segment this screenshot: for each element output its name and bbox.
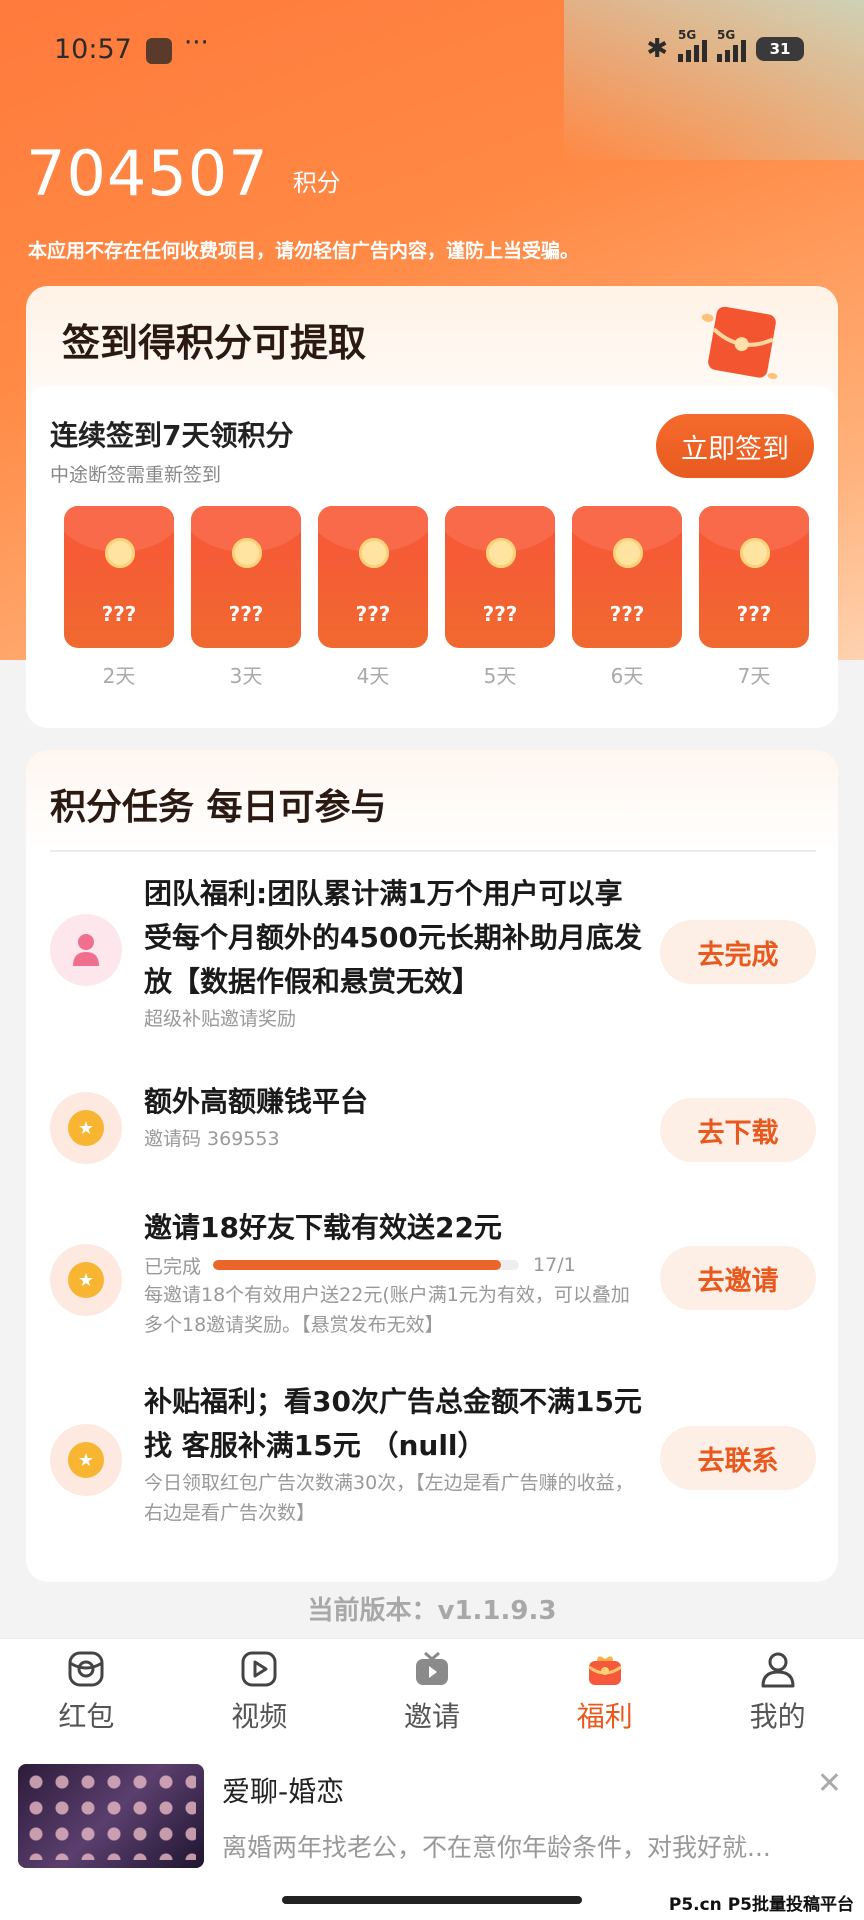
- tab-label: 红包: [58, 1700, 115, 1733]
- points-balance: 704507 积分: [26, 142, 341, 206]
- task-item: ★ 补贴福利；看30次广告总金额不满15元找 客服补满15元 （null） 今日…: [26, 1380, 838, 1540]
- task-content: 邀请18好友下载有效送22元 已完成 17/1 每邀请18个有效用户送22元(账…: [144, 1206, 644, 1340]
- signal-icon: 5G: [678, 28, 707, 62]
- task-action-button[interactable]: 去联系: [660, 1426, 816, 1490]
- task-subtitle: 今日领取红包广告次数满30次，【左边是看广告赚的收益，右边是看广告次数】: [144, 1472, 634, 1524]
- more-notifications-icon: ···: [184, 28, 209, 58]
- battery-icon: 31: [756, 37, 804, 61]
- task-content: 额外高额赚钱平台 邀请码 369553: [144, 1080, 644, 1154]
- points-unit: 积分: [292, 169, 341, 197]
- task-action-button[interactable]: 去邀请: [660, 1246, 816, 1310]
- task-subtitle: 超级补贴邀请奖励: [144, 1008, 297, 1030]
- day-label: 4天: [356, 664, 390, 688]
- task-title: 邀请18好友下载有效送22元: [144, 1211, 502, 1244]
- gift-icon: [587, 1656, 622, 1685]
- tab-label: 邀请: [403, 1700, 460, 1733]
- tab-label: 福利: [576, 1700, 633, 1733]
- task-subtitle: 邀请码 369553: [144, 1128, 280, 1150]
- progress-bar: [213, 1260, 520, 1270]
- checkin-day[interactable]: ??? 5天: [445, 506, 555, 689]
- points-value: 704507: [26, 137, 269, 210]
- checkin-day[interactable]: ??? 6天: [572, 506, 682, 689]
- checkin-day[interactable]: ??? 7天: [699, 506, 809, 689]
- ad-image[interactable]: [18, 1764, 204, 1868]
- checkin-day[interactable]: ??? 4天: [318, 506, 428, 689]
- task-action-button[interactable]: 去完成: [660, 920, 816, 984]
- status-time: 10:57: [54, 34, 132, 65]
- task-title: 团队福利:团队累计满1万个用户可以享受每个月额外的4500元长期补助月底发放【数…: [144, 877, 642, 998]
- task-title: 额外高额赚钱平台: [144, 1085, 369, 1118]
- star-icon: ★: [50, 1424, 122, 1496]
- red-packet-card: ???: [572, 506, 682, 648]
- star-icon: ★: [50, 1092, 122, 1164]
- video-icon: [241, 1651, 277, 1687]
- warning-notice: 本应用不存在任何收费项目，请勿轻信广告内容，谨防上当受骗。: [28, 240, 580, 262]
- progress-fill: [213, 1260, 501, 1270]
- bottom-tab-bar: 红包 视频 邀请 福利 我的: [0, 1638, 864, 1736]
- task-progress: 已完成 17/1: [144, 1250, 644, 1280]
- app-version: 当前版本：v1.1.9.3: [307, 1596, 557, 1626]
- day-label: 7天: [737, 664, 771, 688]
- notification-app-icon: [146, 38, 172, 64]
- tasks-title: 积分任务 每日可参与: [50, 787, 387, 828]
- status-bar: 10:57 ··· ✱ 5G 5G 31: [0, 28, 864, 76]
- bluetooth-icon: ✱: [646, 34, 668, 64]
- task-content: 团队福利:团队累计满1万个用户可以享受每个月额外的4500元长期补助月底发放【数…: [144, 872, 644, 1034]
- task-subtitle: 每邀请18个有效用户送22元(账户满1元为有效，可以叠加多个18邀请奖励。【悬赏…: [144, 1284, 630, 1336]
- task-item: ★ 额外高额赚钱平台 邀请码 369553 去下载: [26, 1080, 838, 1180]
- checkin-day[interactable]: ??? 2天: [64, 506, 174, 689]
- coin-icon: [486, 538, 516, 568]
- tab-label: 视频: [231, 1700, 288, 1733]
- task-item: 团队福利:团队累计满1万个用户可以享受每个月额外的4500元长期补助月底发放【数…: [26, 872, 838, 1052]
- checkin-day[interactable]: ??? 3天: [191, 506, 301, 689]
- ad-title[interactable]: 爱聊-婚恋: [222, 1770, 344, 1810]
- red-envelope-icon: [701, 306, 778, 380]
- divider: [50, 850, 816, 852]
- day-label: 3天: [229, 664, 263, 688]
- red-packet-icon: [68, 1651, 104, 1687]
- home-indicator[interactable]: [282, 1896, 582, 1904]
- progress-text: 17/1: [533, 1254, 576, 1276]
- profile-icon: [761, 1652, 795, 1688]
- day-label: 2天: [102, 664, 136, 688]
- checkin-subheading: 中途断签需重新签到: [50, 464, 222, 486]
- tab-invite[interactable]: 邀请: [346, 1639, 519, 1736]
- task-title: 补贴福利；看30次广告总金额不满15元找 客服补满15元 （null）: [144, 1385, 642, 1462]
- tab-profile[interactable]: 我的: [691, 1639, 864, 1736]
- signal-icon: 5G: [717, 28, 746, 62]
- checkin-heading: 连续签到7天领积分: [50, 419, 294, 452]
- day-label: 6天: [610, 664, 644, 688]
- tasks-card: 积分任务 每日可参与 团队福利:团队累计满1万个用户可以享受每个月额外的4500…: [26, 750, 838, 1582]
- tv-icon: [415, 1651, 448, 1685]
- star-icon: ★: [50, 1244, 122, 1316]
- checkin-title: 签到得积分可提取: [62, 321, 367, 365]
- progress-label: 已完成: [144, 1255, 202, 1278]
- checkin-card: 签到得积分可提取 连续签到7天领积分 中途断签需重新签到 立即签到 ??? 2天…: [26, 286, 838, 728]
- tab-welfare[interactable]: 福利: [518, 1639, 691, 1736]
- red-packet-card: ???: [445, 506, 555, 648]
- red-packet-card: ???: [699, 506, 809, 648]
- task-item: ★ 邀请18好友下载有效送22元 已完成 17/1 每邀请18个有效用户送22元…: [26, 1206, 838, 1346]
- coin-icon: [232, 538, 262, 568]
- watermark: P5.cn P5批量投稿平台: [668, 1895, 854, 1915]
- tab-label: 我的: [749, 1700, 806, 1733]
- red-packet-card: ???: [64, 506, 174, 648]
- red-packet-card: ???: [318, 506, 428, 648]
- coin-icon: [613, 538, 643, 568]
- task-action-button[interactable]: 去下载: [660, 1098, 816, 1162]
- user-icon: [50, 914, 122, 986]
- checkin-panel: 连续签到7天领积分 中途断签需重新签到 立即签到 ??? 2天 ??? 3天 ?…: [26, 386, 838, 728]
- tab-video[interactable]: 视频: [173, 1639, 346, 1736]
- coin-icon: [105, 538, 135, 568]
- coin-icon: [740, 538, 770, 568]
- ad-description[interactable]: 离婚两年找老公，不在意你年龄条件，对我好就...: [222, 1828, 792, 1864]
- checkin-days: ??? 2天 ??? 3天 ??? 4天 ??? 5天 ??? 6天 ??? 7…: [64, 506, 809, 689]
- checkin-button[interactable]: 立即签到: [656, 414, 814, 478]
- red-packet-card: ???: [191, 506, 301, 648]
- tab-red-packet[interactable]: 红包: [0, 1639, 173, 1736]
- close-icon[interactable]: ✕: [817, 1766, 842, 1801]
- coin-icon: [359, 538, 389, 568]
- day-label: 5天: [483, 664, 517, 688]
- task-content: 补贴福利；看30次广告总金额不满15元找 客服补满15元 （null） 今日领取…: [144, 1380, 644, 1528]
